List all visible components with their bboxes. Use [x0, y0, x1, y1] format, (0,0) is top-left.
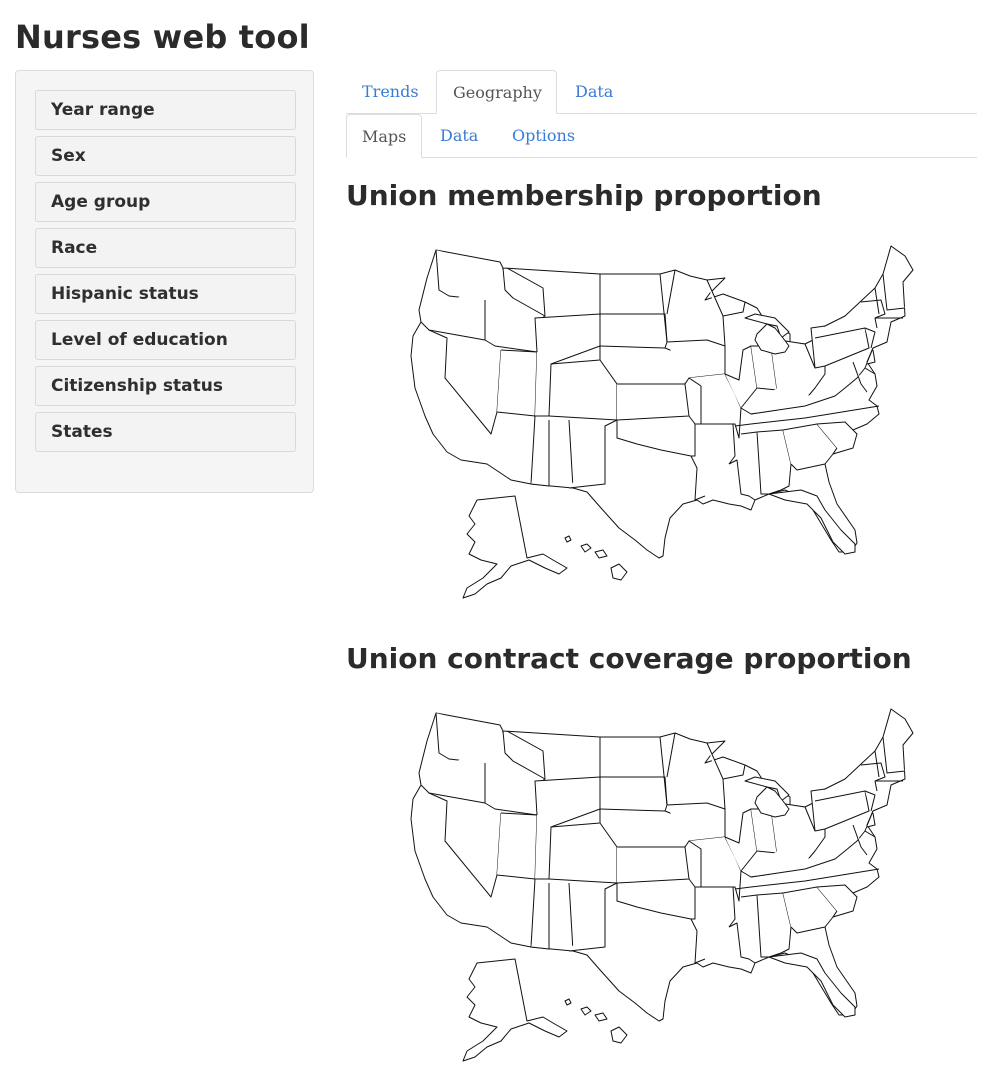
tab-geography[interactable]: Geography — [436, 70, 557, 114]
filter-label: Year range — [51, 100, 155, 120]
filter-hispanic-status[interactable]: Hispanic status — [35, 274, 296, 314]
hawaii — [564, 998, 572, 1006]
filter-sidebar: Year range Sex Age group Race Hispanic s… — [15, 70, 314, 493]
filter-citizenship-status[interactable]: Citizenship status — [35, 366, 296, 406]
hawaii — [564, 535, 572, 543]
filter-age-group[interactable]: Age group — [35, 182, 296, 222]
filter-year-range[interactable]: Year range — [35, 90, 296, 130]
sub-tabs-divider — [346, 157, 977, 158]
tab-trends[interactable]: Trends — [362, 82, 419, 101]
filter-label: States — [51, 422, 113, 442]
filter-label: Race — [51, 238, 98, 258]
filter-race[interactable]: Race — [35, 228, 296, 268]
app-title: Nurses web tool — [15, 18, 310, 56]
us-map-union-contract-coverage — [405, 701, 925, 1066]
filter-label: Citizenship status — [51, 376, 223, 396]
alaska — [462, 495, 568, 599]
subtab-maps[interactable]: Maps — [346, 114, 422, 158]
map-title-union-contract-coverage: Union contract coverage proportion — [346, 642, 912, 675]
filter-states[interactable]: States — [35, 412, 296, 452]
filter-level-of-education[interactable]: Level of education — [35, 320, 296, 360]
filter-label: Hispanic status — [51, 284, 199, 304]
subtab-options[interactable]: Options — [512, 126, 575, 145]
filter-sex[interactable]: Sex — [35, 136, 296, 176]
map-title-union-membership: Union membership proportion — [346, 179, 822, 212]
us-map-union-membership — [405, 238, 925, 603]
tab-data[interactable]: Data — [575, 82, 613, 101]
subtab-data[interactable]: Data — [440, 126, 478, 145]
alaska — [462, 958, 568, 1062]
filter-label: Level of education — [51, 330, 228, 350]
filter-label: Age group — [51, 192, 151, 212]
filter-label: Sex — [51, 146, 86, 166]
